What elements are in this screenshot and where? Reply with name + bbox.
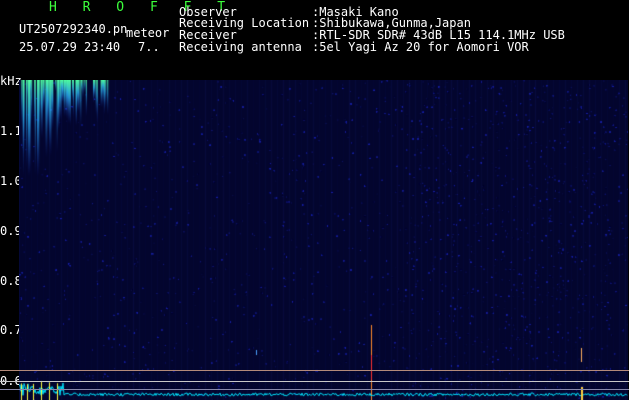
reference-line-upper bbox=[0, 370, 629, 371]
y-tick: 0.7 bbox=[0, 324, 19, 336]
y-tick: 1.0 bbox=[0, 175, 19, 187]
mode-label: meteor bbox=[126, 26, 170, 40]
waterfall-spectrogram bbox=[19, 80, 628, 400]
y-tick: 0.9 bbox=[0, 225, 19, 237]
filename: UT2507292340.pn bbox=[19, 22, 128, 36]
y-tick: 1.1 bbox=[0, 125, 19, 137]
reference-line-lower bbox=[0, 381, 629, 382]
y-tick: 0.8 bbox=[0, 275, 19, 287]
baseline-line bbox=[0, 389, 629, 390]
waterfall-canvas bbox=[19, 80, 628, 400]
datetime: 25.07.29 23:40 bbox=[19, 40, 121, 54]
antenna-value: :5el Yagi Az 20 for Aomori VOR bbox=[312, 40, 529, 54]
detection-count: 7.. bbox=[138, 40, 160, 54]
antenna-label: Receiving antenna bbox=[179, 40, 302, 54]
